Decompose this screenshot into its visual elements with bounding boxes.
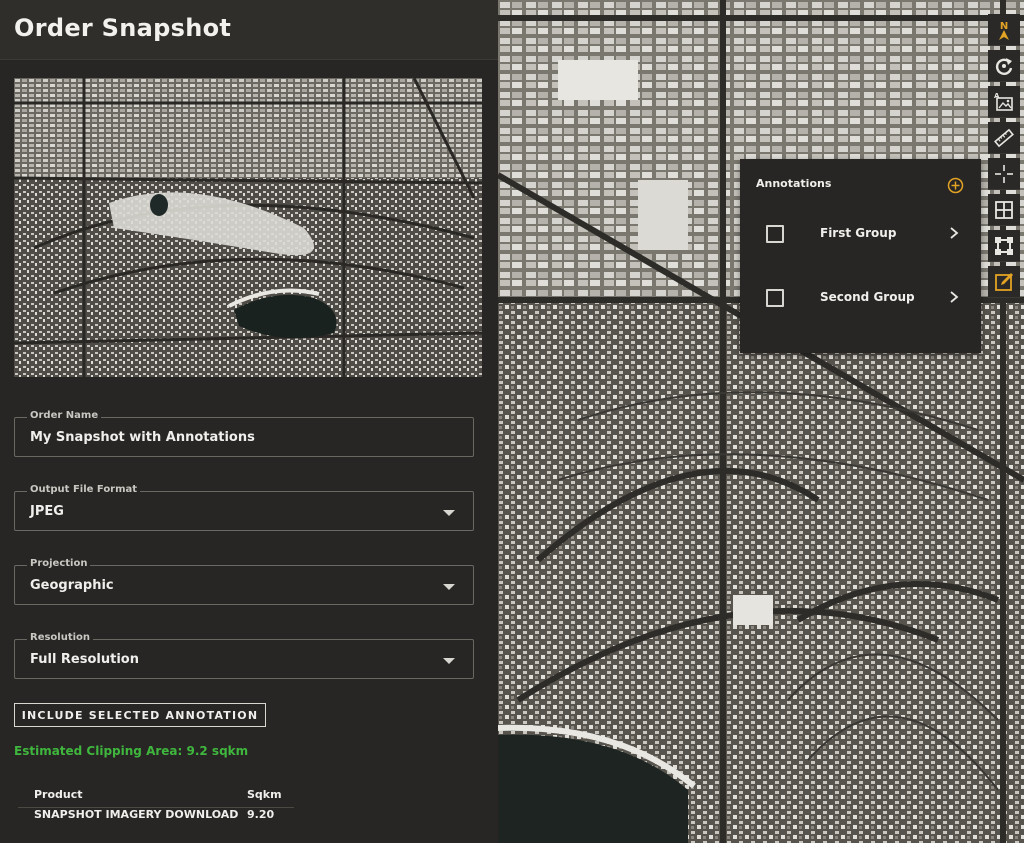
annotation-group-checkbox[interactable]: [766, 225, 784, 243]
table-row: SNAPSHOT IMAGERY DOWNLOAD 9.20: [18, 808, 294, 830]
grid-icon: [995, 200, 1013, 219]
crosshair-button[interactable]: [988, 158, 1020, 190]
add-annotation-icon[interactable]: [947, 177, 964, 194]
column-header-product: Product: [34, 788, 83, 801]
resolution-value: Full Resolution: [30, 652, 139, 667]
include-selected-annotation-button[interactable]: INCLUDE SELECTED ANNOTATION: [14, 703, 266, 727]
rotate-icon: [995, 57, 1013, 75]
order-name-value[interactable]: My Snapshot with Annotations: [30, 430, 255, 445]
annotation-group-checkbox[interactable]: [766, 289, 784, 307]
bounding-box-icon: [995, 236, 1013, 255]
aerial-map-image: [498, 0, 1024, 843]
preview-aerial-image: [14, 78, 482, 377]
resolution-select[interactable]: Resolution Full Resolution: [14, 632, 474, 679]
order-panel: Order Snapshot Order Name My Snapshot wi…: [0, 0, 498, 843]
annotation-group-label: Second Group: [820, 290, 915, 304]
annotation-group-second[interactable]: Second Group: [740, 278, 981, 318]
output-format-select[interactable]: Output File Format JPEG: [14, 484, 474, 531]
north-arrow-icon: N: [999, 21, 1009, 40]
product-name-cell: SNAPSHOT IMAGERY DOWNLOAD: [34, 808, 239, 821]
map-view[interactable]: [498, 0, 1024, 843]
order-name-label: Order Name: [27, 410, 102, 421]
output-format-label: Output File Format: [27, 484, 141, 495]
chevron-right-icon[interactable]: [947, 226, 961, 240]
edit-note-icon: [995, 272, 1013, 291]
grid-button[interactable]: [988, 194, 1020, 226]
image-annotate-icon: A: [994, 92, 1013, 111]
resolution-label: Resolution: [27, 632, 94, 643]
table-header-row: Product Sqkm: [18, 786, 294, 808]
svg-text:A: A: [994, 92, 1000, 100]
page-title: Order Snapshot: [14, 14, 232, 42]
rotate-button[interactable]: [988, 50, 1020, 82]
panel-header: Order Snapshot: [0, 0, 498, 60]
caret-down-icon[interactable]: [443, 658, 455, 664]
projection-value: Geographic: [30, 578, 114, 593]
projection-label: Projection: [27, 558, 91, 569]
chevron-right-icon[interactable]: [947, 290, 961, 304]
snapshot-preview-image: [14, 78, 482, 377]
edit-annotation-button[interactable]: [988, 266, 1020, 298]
image-annotate-button[interactable]: A: [988, 86, 1020, 118]
map-toolbar: N A: [988, 14, 1020, 302]
measure-button[interactable]: [988, 122, 1020, 154]
bounding-box-button[interactable]: [988, 230, 1020, 262]
annotations-panel: Annotations First Group Second Group: [740, 159, 981, 353]
north-arrow-button[interactable]: N: [988, 14, 1020, 46]
caret-down-icon[interactable]: [443, 584, 455, 590]
annotations-title: Annotations: [756, 177, 832, 190]
output-format-value: JPEG: [30, 504, 64, 519]
column-header-sqkm: Sqkm: [247, 788, 282, 801]
order-name-field[interactable]: Order Name My Snapshot with Annotations: [14, 410, 474, 457]
ruler-icon: [994, 128, 1014, 147]
product-table: Product Sqkm SNAPSHOT IMAGERY DOWNLOAD 9…: [18, 786, 294, 830]
crosshair-icon: [995, 164, 1013, 183]
annotation-group-label: First Group: [820, 226, 897, 240]
estimated-clipping-area: Estimated Clipping Area: 9.2 sqkm: [14, 744, 249, 758]
annotation-group-first[interactable]: First Group: [740, 214, 981, 254]
product-sqkm-cell: 9.20: [247, 808, 275, 821]
caret-down-icon[interactable]: [443, 510, 455, 516]
projection-select[interactable]: Projection Geographic: [14, 558, 474, 605]
